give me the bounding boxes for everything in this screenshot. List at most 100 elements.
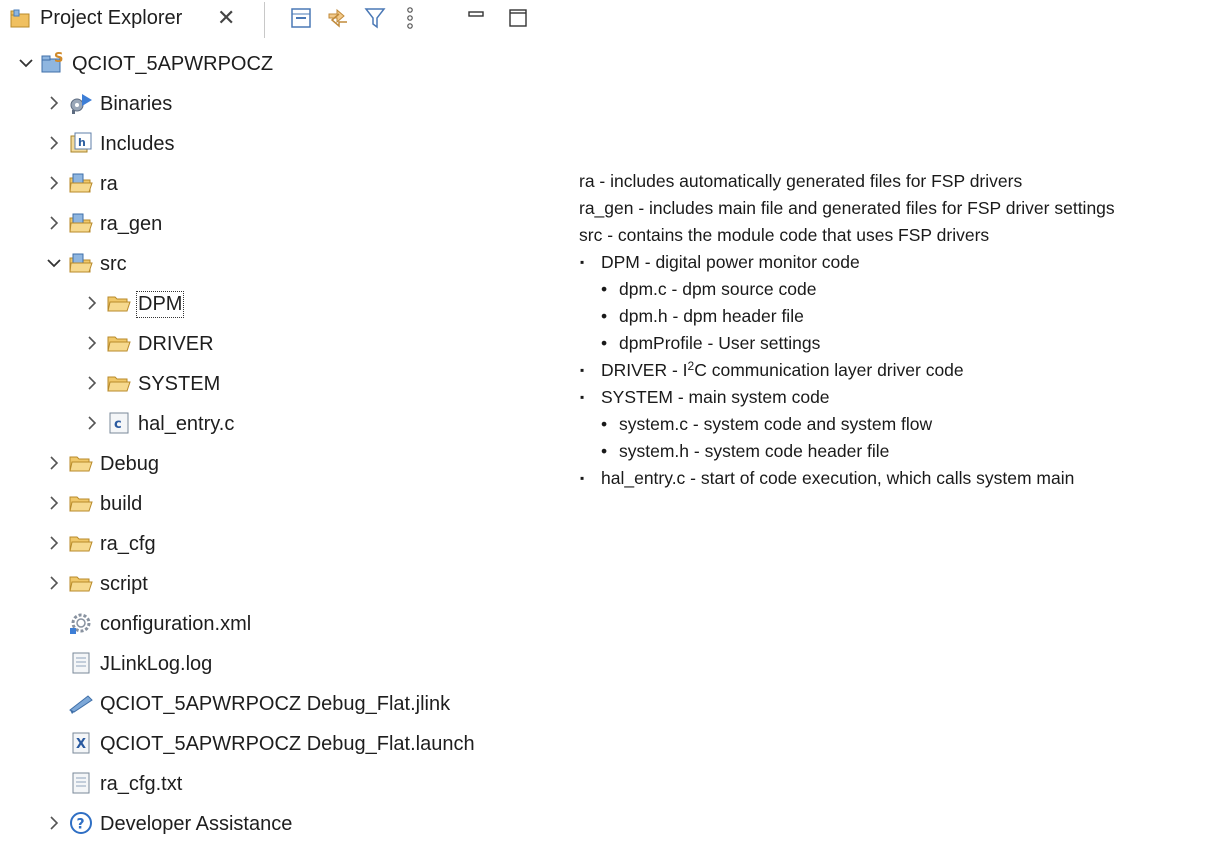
- folder-icon: [68, 450, 94, 476]
- chevron-right-icon[interactable]: [46, 534, 62, 552]
- list-item: dpmProfile - User settings: [579, 330, 1209, 357]
- tab-divider: [264, 2, 265, 38]
- list-item: dpm.c - dpm source code: [579, 276, 1209, 303]
- minimize-icon[interactable]: [465, 6, 489, 30]
- chevron-right-icon[interactable]: [46, 494, 62, 512]
- tree-row[interactable]: S QCIOT_5APWRPOCZ: [0, 44, 540, 84]
- dpm-c-description: dpm.c - dpm source code: [619, 279, 817, 299]
- source-folder-icon: [68, 210, 94, 236]
- tree-item-label: QCIOT_5APWRPOCZ Debug_Flat.jlink: [100, 693, 451, 715]
- tree-row[interactable]: build: [0, 484, 540, 524]
- tree-row[interactable]: src: [0, 244, 540, 284]
- chevron-right-icon[interactable]: [46, 174, 62, 192]
- tree-row[interactable]: script: [0, 564, 540, 604]
- tree-item-label: QCIOT_5APWRPOCZ: [72, 53, 274, 75]
- tree-row[interactable]: ra_gen: [0, 204, 540, 244]
- svg-text:h: h: [78, 136, 86, 149]
- tree-item-label: ra_cfg.txt: [100, 773, 183, 795]
- config-gear-icon: [68, 610, 94, 636]
- chevron-right-icon[interactable]: [46, 134, 62, 152]
- chevron-right-icon[interactable]: [46, 214, 62, 232]
- folder-icon: [68, 570, 94, 596]
- list-item: hal_entry.c - start of code execution, w…: [579, 465, 1209, 492]
- system-c-description: system.c - system code and system flow: [619, 414, 933, 434]
- ra-gen-description: ra_gen - includes main file and generate…: [579, 198, 1115, 218]
- src-contents-list: DPM - digital power monitor code dpm.c -…: [579, 249, 1209, 492]
- chevron-down-icon[interactable]: [46, 254, 62, 272]
- binaries-icon: [68, 90, 94, 116]
- tree-row[interactable]: DPM: [0, 284, 540, 324]
- chevron-right-icon[interactable]: [46, 814, 62, 832]
- tree-row[interactable]: Binaries: [0, 84, 540, 124]
- folder-icon: [106, 290, 132, 316]
- tree-row[interactable]: DRIVER: [0, 324, 540, 364]
- project-explorer-panel: Project Explorer ✕ S QCIOT_5APWRPOCZ Bin…: [0, 0, 545, 843]
- link-with-editor-icon[interactable]: [326, 6, 350, 30]
- tree-item-label: Debug: [100, 453, 159, 475]
- project-structure-description: ra - includes automatically generated fi…: [579, 168, 1209, 492]
- tree-item-label: JLinkLog.log: [100, 653, 213, 675]
- tree-row[interactable]: ra_cfg.txt: [0, 764, 540, 804]
- tree-row[interactable]: c hal_entry.c: [0, 404, 540, 444]
- tree-item-label: ra_cfg: [100, 533, 156, 555]
- driver-description-suffix: C communication layer driver code: [694, 360, 964, 380]
- dpm-profile-description: dpmProfile - User settings: [619, 333, 821, 353]
- collapse-all-icon[interactable]: [289, 6, 313, 30]
- help-icon: ?: [68, 810, 94, 836]
- project-explorer-icon: [10, 9, 32, 29]
- maximize-icon[interactable]: [506, 6, 530, 30]
- svg-text:c: c: [114, 417, 122, 432]
- chevron-right-icon[interactable]: [46, 574, 62, 592]
- tree-row[interactable]: configuration.xml: [0, 604, 540, 644]
- tree-item-label: DPM: [135, 291, 185, 318]
- chevron-right-icon[interactable]: [84, 334, 100, 352]
- src-description: src - contains the module code that uses…: [579, 225, 990, 245]
- c-file-icon: c: [106, 410, 132, 436]
- svg-text:?: ?: [77, 817, 85, 833]
- tree-row[interactable]: QCIOT_5APWRPOCZ Debug_Flat.jlink: [0, 684, 540, 724]
- hal-entry-description: hal_entry.c - start of code execution, w…: [601, 468, 1075, 488]
- tree-row[interactable]: h Includes: [0, 124, 540, 164]
- list-item: SYSTEM - main system code: [579, 384, 1209, 411]
- svg-text:X: X: [76, 737, 86, 752]
- text-file-icon: [68, 770, 94, 796]
- driver-description-prefix: DRIVER - I: [601, 360, 688, 380]
- list-item: system.h - system code header file: [579, 438, 1209, 465]
- filter-icon[interactable]: [363, 6, 387, 30]
- source-folder-icon: [68, 250, 94, 276]
- view-menu-icon[interactable]: [398, 6, 422, 30]
- chevron-right-icon[interactable]: [84, 374, 100, 392]
- dpm-description: DPM - digital power monitor code: [601, 252, 860, 272]
- tree-row[interactable]: ? Developer Assistance: [0, 804, 540, 844]
- tree-row[interactable]: ra: [0, 164, 540, 204]
- tree-item-label: SYSTEM: [138, 373, 221, 395]
- tree-item-label: script: [100, 573, 148, 595]
- view-tab-title[interactable]: Project Explorer: [40, 7, 182, 30]
- tree-row[interactable]: ra_cfg: [0, 524, 540, 564]
- tree-item-label: build: [100, 493, 143, 515]
- tree-row[interactable]: Debug: [0, 444, 540, 484]
- tree-item-label: QCIOT_5APWRPOCZ Debug_Flat.launch: [100, 733, 475, 755]
- chevron-right-icon[interactable]: [84, 414, 100, 432]
- tree-item-label: src: [100, 253, 127, 275]
- tree-row[interactable]: X QCIOT_5APWRPOCZ Debug_Flat.launch: [0, 724, 540, 764]
- list-item: DRIVER - I2C communication layer driver …: [579, 357, 1209, 384]
- tree-item-label: DRIVER: [138, 333, 214, 355]
- tree-item-label: ra_gen: [100, 213, 163, 235]
- folder-icon: [68, 530, 94, 556]
- tree-item-label: Binaries: [100, 93, 173, 115]
- source-folder-icon: [68, 170, 94, 196]
- chevron-down-icon[interactable]: [18, 54, 34, 72]
- chevron-right-icon[interactable]: [84, 294, 100, 312]
- tree-row[interactable]: SYSTEM: [0, 364, 540, 404]
- close-icon[interactable]: ✕: [217, 6, 235, 30]
- tree-item-label: Developer Assistance: [100, 813, 293, 835]
- chevron-right-icon[interactable]: [46, 94, 62, 112]
- list-item: system.c - system code and system flow: [579, 411, 1209, 438]
- project-icon: S: [40, 50, 66, 76]
- view-tab-bar: Project Explorer ✕: [0, 0, 545, 38]
- dpm-h-description: dpm.h - dpm header file: [619, 306, 804, 326]
- tree-row[interactable]: JLinkLog.log: [0, 644, 540, 684]
- tree-item-label: ra: [100, 173, 118, 195]
- chevron-right-icon[interactable]: [46, 454, 62, 472]
